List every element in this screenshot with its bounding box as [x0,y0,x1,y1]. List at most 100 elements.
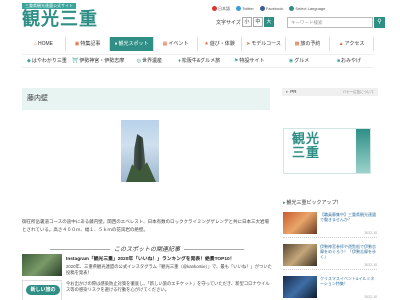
top-links: 日本語 Twitter Facebook Select Language [212,6,325,12]
subnav-souvenir[interactable]: ■おみやげ [324,55,374,67]
globe-icon [289,6,295,12]
twitter-link[interactable]: Twitter [236,6,254,12]
pickup-text[interactable]: 【職員募集中】三重県観光連盟で働きませんか？ [320,212,377,222]
article-excerpt: 2020年、三重県観光連盟の公式インスタグラム「観光三重（@kankomie）」… [66,264,272,275]
pickup-heading: ▸観光三重ピックアップ！ [283,199,383,206]
facebook-link[interactable]: Facebook [259,6,284,12]
nav-label: モデルコース [251,41,281,47]
train-icon: ▲ [338,41,344,47]
page-title: 藤内壁 [22,88,270,110]
map-icon: ◆ [27,58,31,64]
pickup-thumbnail[interactable] [283,244,317,266]
article-excerpt: 今お出かけの際は感染防止対策を徹底し、「新しい旅のエチケット」を守っていただき、… [66,281,270,292]
related-article[interactable]: Instagram「観光三重」2020年「いいね！」ランキングを発表！絶景TOP… [22,254,272,276]
pin-icon: ● [114,41,118,47]
route-icon: ➤ [246,41,251,47]
article-thumbnail[interactable]: 新しい旅の [22,280,62,300]
nav-spots[interactable]: ●観光スポット [110,37,154,51]
site-header: 三重県観光連盟公式サイト 観光三重 日本語 Twitter Facebook S… [0,0,400,36]
subnav-gourmet[interactable]: ◉グルメ [274,55,324,67]
subnav-matsusaka[interactable]: ♦松阪牛&グルメ旅 [174,55,224,67]
subnav-label: おみやげ [341,58,362,64]
sub-nav: ◆はやわかり三重 ⛩伊勢神宮・伊勢志摩 ◎世界遺産 ♦松阪牛&グルメ旅 ⚑特設サ… [22,54,374,68]
nav-features[interactable]: ▣特集記事 [66,37,110,51]
pickup-text[interactable]: 伊勢神宮参拝や遊覧船で伊勢志摩をめぐろう！「伊勢志摩を歩く」 [320,244,377,260]
globe-icon: ◎ [136,58,141,64]
pickup-thumbnail[interactable] [283,212,317,234]
font-size-small-button[interactable]: 小 [241,17,252,27]
font-size-large-button[interactable]: 大 [263,17,274,27]
nav-events[interactable]: ▦イベント [154,37,198,51]
calendar-icon: ▦ [162,41,168,47]
pickup-item[interactable]: 【職員募集中】三重県観光連盟で働きませんか？ 2022.10 [283,212,377,238]
lang-link[interactable]: 日本語 [212,6,230,12]
nav-label: イベント [168,41,189,47]
home-icon: ⌂ [33,41,38,47]
facebook-link-label: Facebook [265,6,284,11]
pr-header: ▸ PR バナー広告について [282,88,378,96]
nav-label: 旅の予約 [300,41,321,47]
subnav-ise[interactable]: ⛩伊勢神宮・伊勢志摩 [72,55,124,67]
subnav-label: 松阪牛&グルメ旅 [181,58,221,64]
nav-label: アクセス [344,41,365,47]
nav-access[interactable]: ▲アクセス [330,37,374,51]
chevron-icon: ▸ [286,89,289,94]
site-logo[interactable]: 観光三重 [22,9,98,31]
subnav-label: グルメ [294,58,310,64]
banner-ad-link[interactable]: バナー広告について [343,88,374,96]
nav-label: 遊び・体験 [209,41,235,47]
subnav-label: はやわかり三重 [31,58,67,64]
twitter-link-label: Twitter [242,6,254,11]
spot-photo [121,120,159,182]
pr-label: PR [290,89,297,94]
pickup-date: 2022.10 [364,231,377,235]
subnav-world-heritage[interactable]: ◎世界遺産 [124,55,174,67]
japan-flag-icon [212,6,217,12]
subnav-overview[interactable]: ◆はやわかり三重 [22,55,72,67]
pickup-thumbnail[interactable] [283,276,317,298]
nav-label: 特集記事 [80,41,101,47]
article-thumbnail[interactable] [22,254,62,276]
facebook-icon [259,6,265,12]
flag-icon: ⚑ [233,58,239,64]
font-size-control: 文字サイズ 小 中 大 [216,17,274,27]
search-icon: ⚲ [377,19,382,25]
ticket-icon: ▩ [294,41,300,47]
related-article[interactable]: 新しい旅の 今お出かけの際は感染防止対策を徹底し、「新しい旅のエチケット」を守っ… [22,280,272,300]
twitter-icon [236,6,241,12]
subnav-label: 特設サイト [239,58,265,64]
dish-icon: ◉ [288,58,294,64]
select-language-label: Select Language [295,6,326,11]
pickup-item[interactable]: 伊勢神宮参拝や遊覧船で伊勢志摩をめぐろう！「伊勢志摩を歩く」 2022.10 [283,244,377,270]
search-button[interactable]: ⚲ [374,17,385,28]
food-icon: ♦ [178,58,181,64]
nav-reservation[interactable]: ▩旅の予約 [286,37,330,51]
nav-activities[interactable]: ★遊び・体験 [198,37,242,51]
pickup-heading-label: 観光三重ピックアップ！ [286,200,342,206]
new-travel-badge: 新しい旅の [26,285,60,295]
chevron-icon: ▸ [283,200,286,206]
pickup-item[interactable]: クリスマスイベント&イルミネーション特集！ 2022.10 [283,276,377,300]
font-size-label: 文字サイズ [216,19,241,26]
pickup-date: 2022.10 [364,295,377,299]
banner-logo: 観光 三重 [292,133,320,161]
search-input[interactable]: キーワード検索 [287,17,373,28]
nav-model-course[interactable]: ➤モデルコース [242,37,286,51]
related-articles-heading: このスポットの関連記事 [22,244,272,253]
select-language-link[interactable]: Select Language [289,6,325,12]
article-title[interactable]: Instagram「観光三重」2020年「いいね！」ランキングを発表！絶景TOP… [66,255,272,262]
subnav-special[interactable]: ⚑特設サイト [224,55,274,67]
pickup-date: 2022.10 [364,263,377,267]
font-size-medium-button[interactable]: 中 [252,17,263,27]
pickup-text[interactable]: クリスマスイベント&イルミネーション特集！ [320,276,377,286]
kanko-mie-banner[interactable]: 観光 三重 [283,128,371,174]
nav-label: HOME [38,41,54,47]
banner-stripe [356,129,370,173]
main-nav: ⌂HOME ▣特集記事 ●観光スポット ▦イベント ★遊び・体験 ➤モデルコース… [22,37,374,51]
book-icon: ▣ [74,41,80,47]
gift-icon: ■ [337,58,341,64]
banner-line: 観光 [292,132,321,147]
spot-description: 御在所岳裏道コースの途中にある藤内壁。関西のエベレスト、日本有数のロッククライミ… [22,219,269,232]
nav-home[interactable]: ⌂HOME [22,37,66,51]
banner-line: 三重 [292,146,321,161]
